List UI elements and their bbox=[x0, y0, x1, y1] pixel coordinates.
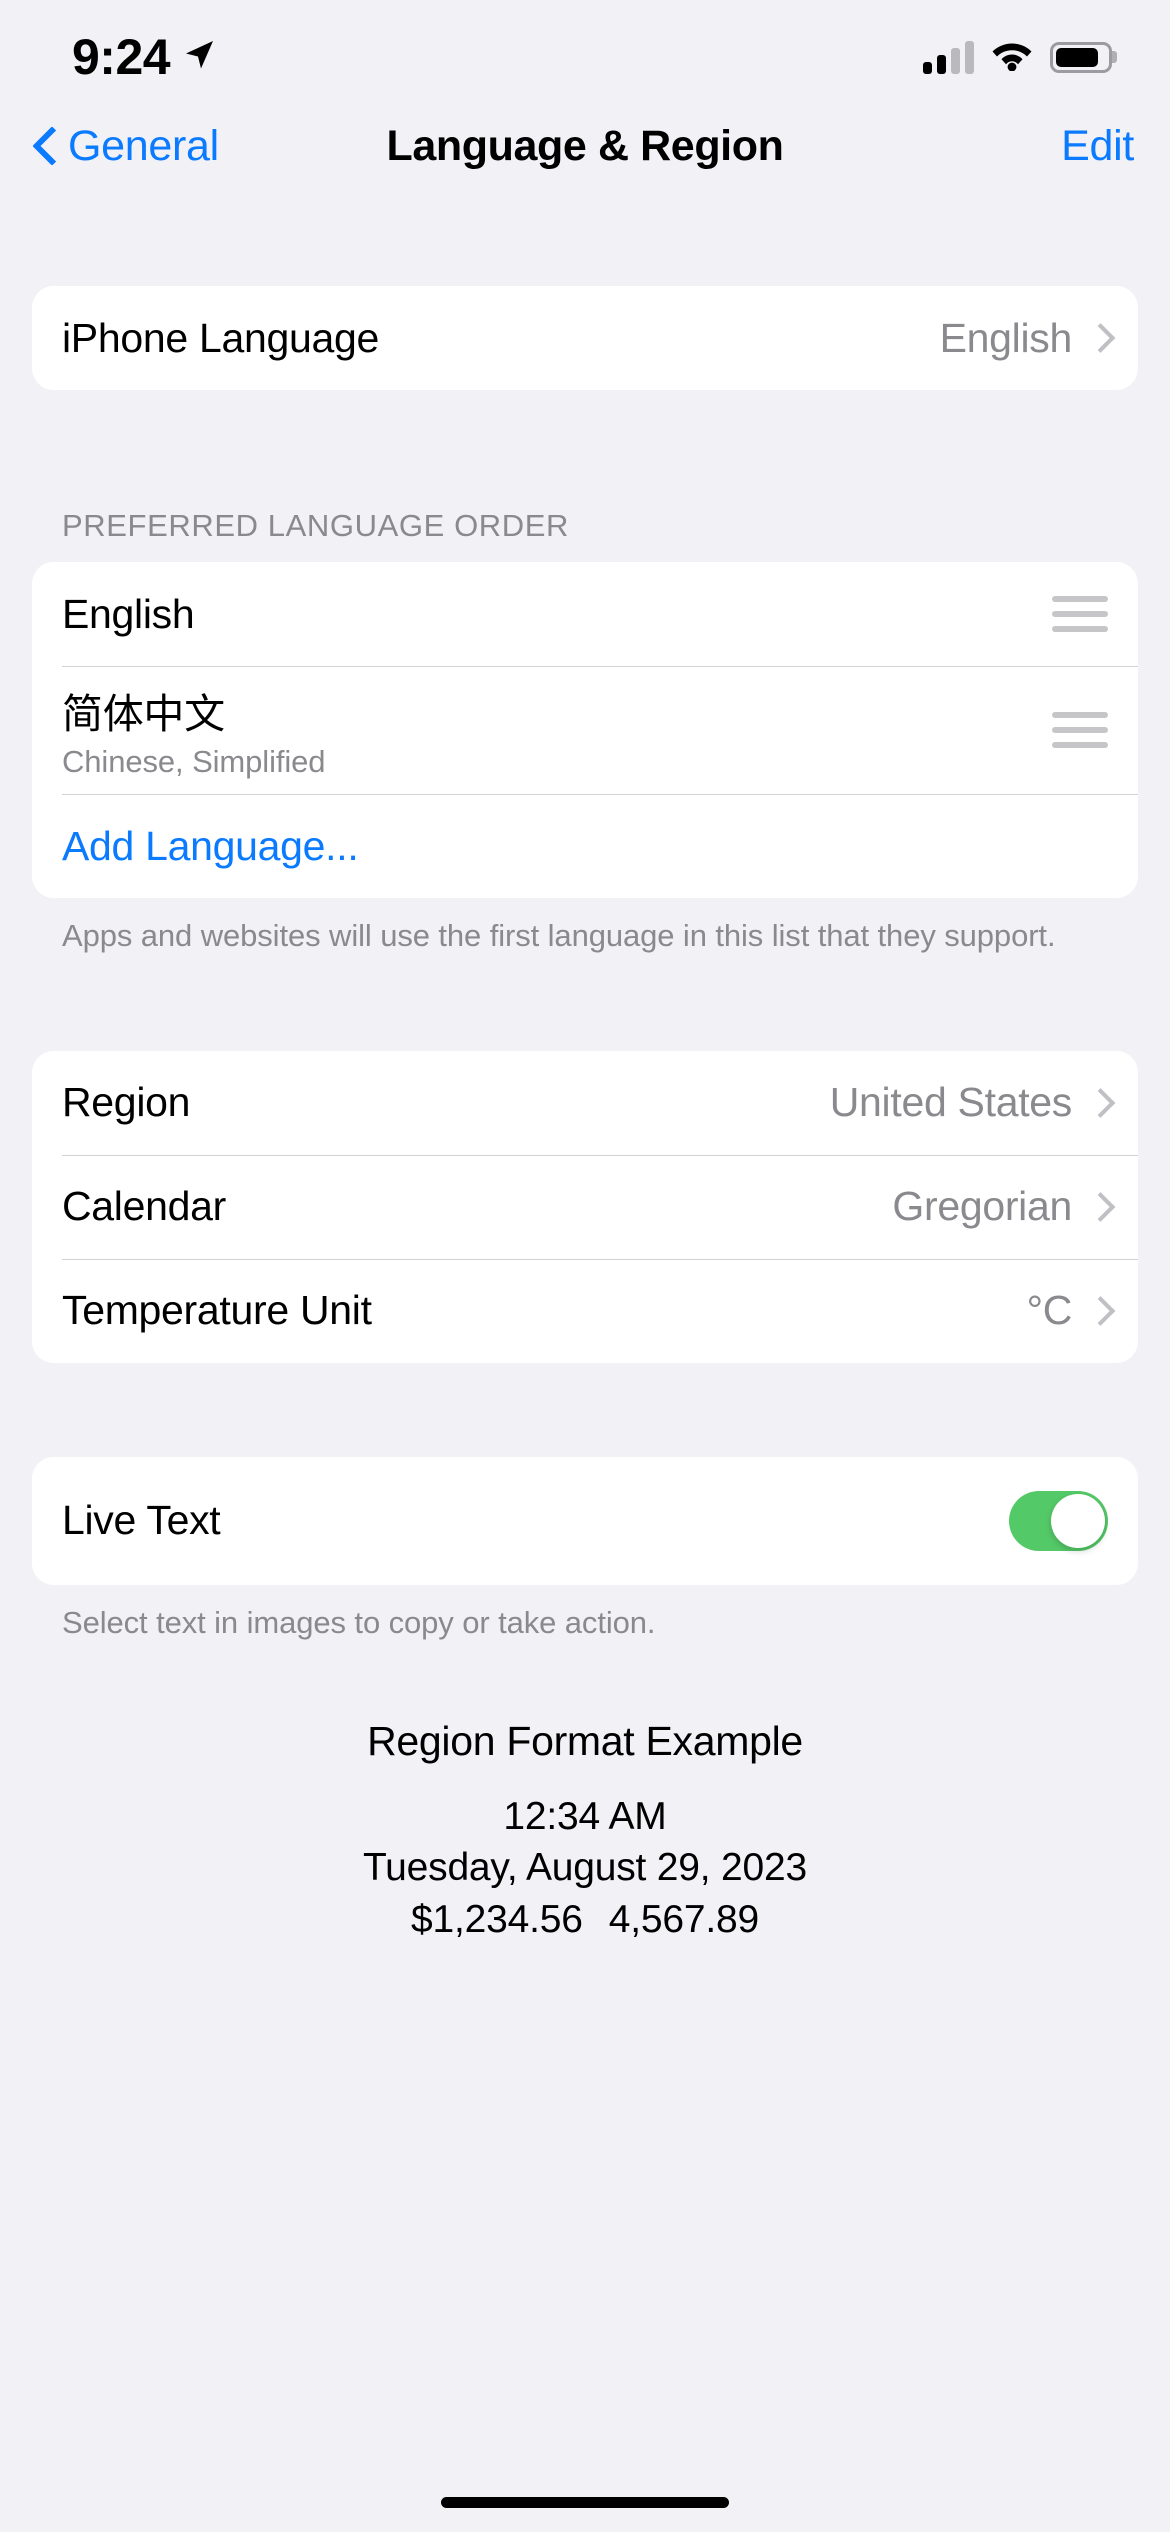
status-bar-clock: 9:24 bbox=[72, 29, 171, 85]
list-item[interactable]: English bbox=[32, 562, 1138, 666]
row-region[interactable]: Region United States bbox=[32, 1050, 1138, 1155]
region-format-example-time: 12:34 AM bbox=[503, 1794, 667, 1838]
chevron-left-icon bbox=[36, 127, 58, 165]
settings-screen: 9:24 General Language & Region Edit iPho… bbox=[0, 0, 1170, 2532]
cellular-signal-icon bbox=[923, 40, 974, 74]
wifi-icon bbox=[990, 38, 1034, 76]
list-item[interactable]: 简体中文 Chinese, Simplified bbox=[32, 666, 1138, 794]
region-format-example-title: Region Format Example bbox=[367, 1717, 803, 1764]
row-temperature-unit[interactable]: Temperature Unit °C bbox=[32, 1258, 1138, 1363]
status-bar: 9:24 bbox=[0, 0, 1170, 100]
add-language-button[interactable]: Add Language... bbox=[32, 794, 1138, 898]
iphone-language-group: iPhone Language English bbox=[32, 286, 1138, 390]
calendar-value: Gregorian bbox=[892, 1183, 1072, 1230]
region-right: United States bbox=[830, 1079, 1108, 1126]
row-calendar[interactable]: Calendar Gregorian bbox=[32, 1154, 1138, 1259]
live-text-toggle[interactable] bbox=[1009, 1490, 1108, 1551]
live-text-footer: Select text in images to copy or take ac… bbox=[62, 1604, 656, 1640]
home-indicator-area bbox=[0, 2472, 1170, 2532]
iphone-language-right: English bbox=[940, 315, 1108, 362]
status-bar-right bbox=[923, 38, 1117, 76]
status-bar-left: 9:24 bbox=[72, 28, 216, 86]
battery-icon bbox=[1050, 41, 1117, 73]
drag-handle-icon[interactable] bbox=[1052, 596, 1108, 632]
region-label: Region bbox=[62, 1079, 191, 1126]
calendar-right: Gregorian bbox=[892, 1183, 1108, 1230]
live-text-label: Live Text bbox=[62, 1497, 221, 1544]
preferred-language-group: English 简体中文 Chinese, Simplified Add Lan… bbox=[32, 562, 1138, 898]
preferred-language-footer: Apps and websites will use the first lan… bbox=[62, 918, 1056, 953]
language-title: English bbox=[62, 590, 195, 637]
navigation-bar: General Language & Region Edit bbox=[0, 100, 1170, 192]
region-group: Region United States Calendar Gregorian … bbox=[32, 1050, 1138, 1363]
toggle-knob bbox=[1051, 1493, 1105, 1548]
region-format-example: Region Format Example 12:34 AM Tuesday, … bbox=[32, 1644, 1138, 1945]
back-button[interactable]: General bbox=[36, 122, 219, 171]
language-text-block: 简体中文 Chinese, Simplified bbox=[62, 680, 326, 780]
temperature-unit-label: Temperature Unit bbox=[62, 1287, 372, 1334]
drag-handle-icon[interactable] bbox=[1052, 712, 1108, 748]
chevron-right-icon bbox=[1090, 1192, 1108, 1222]
location-arrow-icon bbox=[182, 38, 216, 77]
home-indicator[interactable] bbox=[441, 2496, 729, 2508]
chevron-right-icon bbox=[1090, 1296, 1108, 1326]
iphone-language-value: English bbox=[939, 314, 1073, 361]
region-format-example-currency: $1,234.56 bbox=[411, 1897, 583, 1941]
add-language-label: Add Language... bbox=[62, 822, 359, 869]
language-title: 简体中文 bbox=[62, 691, 225, 737]
chevron-right-icon bbox=[1090, 323, 1108, 353]
temperature-unit-right: °C bbox=[1027, 1287, 1108, 1334]
temperature-unit-value: °C bbox=[1026, 1287, 1073, 1334]
language-subtitle: Chinese, Simplified bbox=[62, 744, 326, 779]
preferred-language-order-header: PREFERRED LANGUAGE ORDER bbox=[62, 508, 570, 543]
iphone-language-label: iPhone Language bbox=[62, 314, 379, 361]
row-iphone-language[interactable]: iPhone Language English bbox=[32, 286, 1138, 390]
settings-content: iPhone Language English PREFERRED LANGUA… bbox=[0, 192, 1170, 2472]
region-value: United States bbox=[829, 1079, 1073, 1126]
back-button-label: General bbox=[68, 121, 219, 170]
calendar-label: Calendar bbox=[62, 1183, 226, 1230]
region-format-example-number: 4,567.89 bbox=[608, 1897, 759, 1941]
chevron-right-icon bbox=[1090, 1088, 1108, 1118]
edit-button[interactable]: Edit bbox=[1061, 122, 1134, 171]
row-live-text[interactable]: Live Text bbox=[32, 1456, 1138, 1585]
live-text-group: Live Text bbox=[32, 1456, 1138, 1585]
region-format-example-date: Tuesday, August 29, 2023 bbox=[362, 1846, 808, 1890]
region-format-example-numbers: $1,234.56 4,567.89 bbox=[32, 1894, 1138, 1945]
